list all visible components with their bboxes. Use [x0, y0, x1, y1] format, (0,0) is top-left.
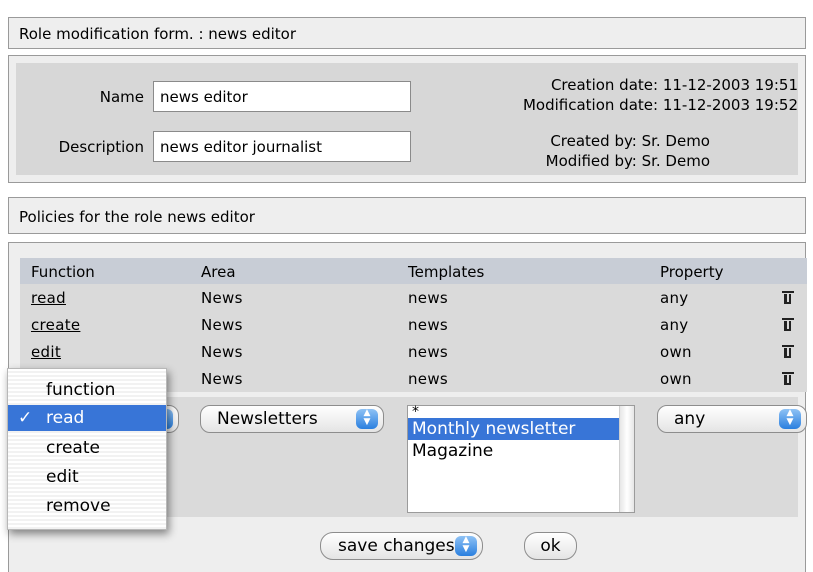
menu-item-label: read: [46, 408, 85, 428]
role-details-inner: Name news editor Description news editor…: [16, 63, 798, 175]
table-row: read News news any: [20, 284, 807, 311]
property-cell: own: [649, 338, 807, 365]
template-cell: news: [397, 338, 649, 365]
dates-info: Creation date: 11-12-2003 19:51 Modifica…: [398, 75, 798, 115]
policies-header-row: Function Area Templates Property: [20, 258, 807, 284]
menu-item-read[interactable]: ✓ read: [8, 405, 166, 431]
template-cell: news: [397, 284, 649, 311]
form-title-bar: Role modification form. : news editor: [8, 17, 806, 49]
menu-item-create[interactable]: create: [8, 435, 166, 461]
area-cell: News: [190, 284, 397, 311]
column-header-function: Function: [20, 258, 190, 284]
column-header-property: Property: [649, 258, 807, 284]
function-link[interactable]: create: [31, 316, 80, 334]
created-by: Created by: Sr. Demo: [550, 132, 710, 150]
updown-arrows-icon: ▲▼: [779, 409, 801, 429]
template-cell: news: [397, 365, 649, 392]
template-option[interactable]: Magazine: [408, 440, 634, 462]
area-cell: News: [190, 311, 397, 338]
property-value: any: [660, 315, 689, 334]
template-option-selected[interactable]: Monthly newsletter: [408, 418, 634, 440]
area-select[interactable]: Newsletters ▲ ▼: [200, 405, 384, 433]
property-select[interactable]: any ▲ ▼: [657, 405, 807, 433]
name-label: Name: [99, 88, 144, 106]
modified-by: Modified by: Sr. Demo: [545, 152, 710, 170]
trash-icon[interactable]: [781, 370, 795, 386]
column-header-area: Area: [190, 258, 397, 284]
templates-listbox[interactable]: * Monthly newsletter Magazine: [407, 405, 635, 513]
area-cell: News: [190, 338, 397, 365]
property-cell: own: [649, 365, 807, 392]
name-input[interactable]: news editor: [153, 81, 411, 112]
action-select[interactable]: save changes ▲ ▼: [320, 532, 483, 560]
template-option[interactable]: *: [408, 405, 634, 419]
menu-item-remove[interactable]: remove: [8, 493, 166, 519]
property-select-value: any: [674, 409, 706, 429]
property-value: any: [660, 288, 689, 307]
authors-info: Created by: Sr. Demo Modified by: Sr. De…: [380, 131, 710, 171]
ok-button[interactable]: ok: [524, 532, 577, 560]
description-label: Description: [58, 138, 144, 156]
table-row: create News news any: [20, 311, 807, 338]
listbox-scrollbar[interactable]: [619, 406, 634, 512]
creation-date: Creation date: 11-12-2003 19:51: [550, 76, 798, 94]
property-value: own: [660, 342, 692, 361]
template-cell: news: [397, 311, 649, 338]
property-value: own: [660, 369, 692, 388]
table-row: edit News news own: [20, 338, 807, 365]
modification-date: Modification date: 11-12-2003 19:52: [522, 96, 798, 114]
role-details-panel: Name news editor Description news editor…: [8, 55, 806, 183]
trash-icon[interactable]: [781, 316, 795, 332]
policies-title: Policies for the role news editor: [19, 208, 255, 226]
property-cell: any: [649, 284, 807, 311]
property-cell: any: [649, 311, 807, 338]
updown-arrows-icon: ▲▼: [356, 409, 378, 429]
action-select-value: save changes: [338, 536, 455, 556]
menu-item-edit[interactable]: edit: [8, 464, 166, 490]
checkmark-icon: ✓: [18, 408, 33, 428]
updown-arrows-icon: ▲▼: [455, 536, 477, 556]
trash-icon[interactable]: [781, 289, 795, 305]
trash-icon[interactable]: [781, 343, 795, 359]
form-title: Role modification form. : news editor: [19, 25, 297, 43]
menu-item-function[interactable]: function: [8, 377, 166, 403]
policies-title-bar: Policies for the role news editor: [8, 197, 806, 234]
description-input[interactable]: news editor journalist: [153, 131, 411, 162]
area-select-value: Newsletters: [217, 409, 318, 429]
function-link[interactable]: edit: [31, 343, 61, 361]
function-dropdown-menu: function ✓ read create edit remove: [7, 368, 167, 530]
function-link[interactable]: read: [31, 289, 66, 307]
area-cell: News: [190, 365, 397, 392]
column-header-templates: Templates: [397, 258, 649, 284]
